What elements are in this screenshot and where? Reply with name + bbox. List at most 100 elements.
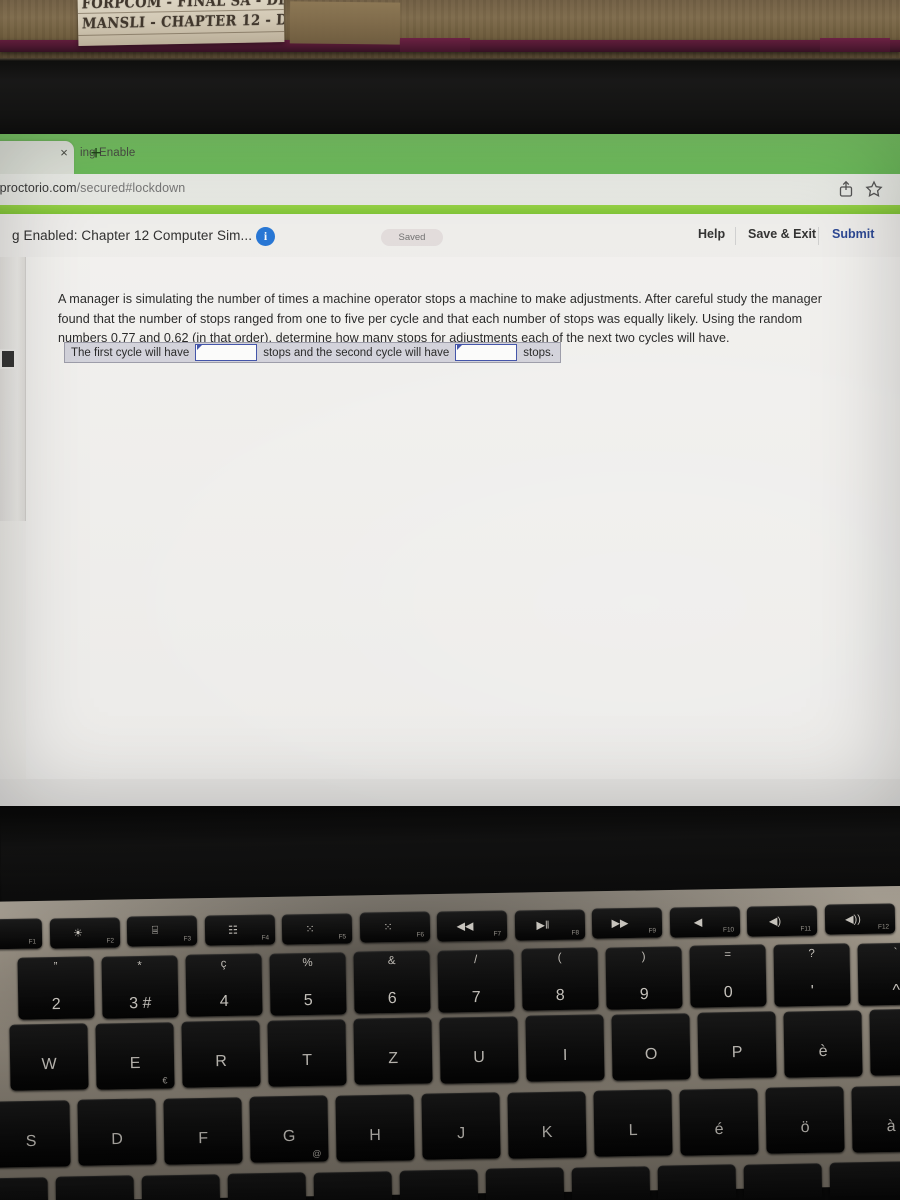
key-g-home[interactable]: G @ bbox=[249, 1095, 329, 1164]
handwritten-sticky-note: FORPCOM - FINAL SA - DEC 8 MANSLI - CHAP… bbox=[77, 0, 285, 46]
key-main-label: L bbox=[628, 1122, 638, 1140]
key-6-number[interactable]: & 6 bbox=[353, 950, 431, 1014]
key-sym-number[interactable]: ` ^ bbox=[857, 941, 900, 1006]
key-main-label: P bbox=[731, 1043, 743, 1062]
key-f9[interactable]: ▶▶ F9 bbox=[591, 907, 663, 939]
key-bottom-row-2[interactable] bbox=[141, 1174, 221, 1200]
new-tab-button[interactable]: + bbox=[87, 144, 105, 164]
key-t[interactable]: T bbox=[267, 1018, 347, 1087]
key-r[interactable]: R bbox=[181, 1020, 261, 1088]
key-bottom-row-1[interactable] bbox=[55, 1175, 135, 1200]
key-k-home[interactable]: K bbox=[507, 1091, 587, 1159]
close-icon[interactable]: × bbox=[56, 145, 72, 161]
key-sym-number[interactable]: ? ' bbox=[773, 943, 851, 1007]
key-f5[interactable]: ⁙ F5 bbox=[281, 912, 353, 945]
key-main-label: 4 bbox=[219, 993, 229, 1011]
key-glyph: ⌸ bbox=[151, 924, 159, 937]
help-button[interactable]: Help bbox=[698, 227, 725, 241]
key-glyph: ⁙ bbox=[382, 921, 393, 934]
key-main-label: S bbox=[25, 1132, 37, 1151]
key-h-home[interactable]: H bbox=[335, 1094, 415, 1162]
key-i[interactable]: I bbox=[525, 1014, 605, 1082]
key-shift-label: ? bbox=[808, 947, 815, 960]
star-icon[interactable] bbox=[864, 179, 884, 199]
key-f3[interactable]: ⌸ F3 bbox=[126, 915, 198, 947]
key-main-label: à bbox=[886, 1117, 896, 1135]
keyboard: F1 ☀ F2 ⌸ F3 ☷ F4 ⁙ F5 ⁙ F6 ◀◀ F7 ▶‖ F8 ▶▶ F9 ◀ F10 ◀) F11 ◀)… bbox=[0, 806, 900, 1200]
background-paper bbox=[289, 1, 401, 45]
key-alt-label: € bbox=[162, 1074, 168, 1086]
info-icon[interactable]: i bbox=[256, 227, 275, 246]
key-bottom-row-9[interactable] bbox=[743, 1162, 823, 1200]
key-fn-label: F12 bbox=[877, 923, 889, 931]
key-main-label: 5 bbox=[303, 991, 313, 1009]
key-f4[interactable]: ☷ F4 bbox=[204, 914, 275, 946]
key-f7[interactable]: ◀◀ F7 bbox=[436, 910, 508, 942]
key-bottom-row-10[interactable] bbox=[829, 1161, 900, 1200]
key-shift-label: = bbox=[724, 949, 732, 962]
key-bottom-row-4[interactable] bbox=[313, 1170, 393, 1200]
key-z[interactable]: Z bbox=[353, 1017, 433, 1085]
key-3-number[interactable]: * 3 # bbox=[101, 954, 179, 1019]
key-7-number[interactable]: /7 bbox=[437, 949, 515, 1013]
key-sym[interactable]: ü bbox=[869, 1008, 900, 1076]
key-l-home[interactable]: L bbox=[593, 1089, 673, 1157]
laptop-base: F1 ☀ F2 ⌸ F3 ☷ F4 ⁙ F5 ⁙ F6 ◀◀ F7 ▶‖ F8 ▶▶ F9 ◀ F10 ◀) F11 ◀)… bbox=[0, 806, 900, 1200]
key-main-label: 9 bbox=[639, 985, 649, 1003]
key-2-number[interactable]: ” 2 bbox=[17, 956, 95, 1020]
key-alt-label: @ bbox=[312, 1148, 322, 1159]
key-w[interactable]: W bbox=[9, 1023, 89, 1091]
submit-button[interactable]: Submit bbox=[832, 227, 874, 241]
key-bottom-row-3[interactable] bbox=[227, 1172, 307, 1200]
key-fn-label: F11 bbox=[800, 924, 812, 933]
key-p[interactable]: P bbox=[697, 1011, 777, 1079]
page-title: g Enabled: Chapter 12 Computer Sim... bbox=[12, 228, 253, 243]
key-f11[interactable]: ◀) F11 bbox=[746, 904, 818, 937]
key-4-number[interactable]: ç4 bbox=[185, 953, 263, 1017]
key-sym-home[interactable]: ö bbox=[765, 1086, 845, 1154]
key-8-number[interactable]: (8 bbox=[521, 947, 599, 1011]
address-bar-url: tproctorio.com/secured#lockdown bbox=[0, 181, 185, 195]
key-glyph: ◀) bbox=[768, 915, 782, 928]
header-divider-1 bbox=[735, 227, 736, 245]
key-e[interactable]: E € bbox=[95, 1021, 175, 1090]
key-shift-label: * bbox=[137, 959, 142, 972]
key-main-label: 7 bbox=[471, 988, 481, 1006]
key-bottom-row-0[interactable] bbox=[0, 1177, 49, 1200]
key-f1[interactable]: F1 bbox=[0, 918, 43, 950]
key-main-label: O bbox=[644, 1045, 658, 1063]
key-f2[interactable]: ☀ F2 bbox=[49, 917, 120, 949]
save-and-exit-button[interactable]: Save & Exit bbox=[748, 227, 816, 241]
key-o[interactable]: O bbox=[611, 1012, 691, 1081]
key-d-home[interactable]: D bbox=[77, 1098, 157, 1167]
share-icon[interactable] bbox=[836, 179, 856, 199]
sidebar-thumbnail[interactable] bbox=[0, 349, 16, 369]
key-s-home[interactable]: S bbox=[0, 1100, 71, 1168]
key-sym-home[interactable]: é bbox=[679, 1087, 759, 1156]
key-f12[interactable]: ◀)) F12 bbox=[824, 903, 895, 935]
key-glyph: ◀◀ bbox=[456, 920, 474, 933]
key-bottom-row-6[interactable] bbox=[485, 1167, 565, 1200]
answer-label-1: The first cycle will have bbox=[71, 346, 190, 359]
key-f10[interactable]: ◀ F10 bbox=[669, 906, 740, 938]
key-main-label: T bbox=[302, 1051, 313, 1069]
key-9-number[interactable]: ) 9 bbox=[605, 946, 683, 1010]
key-5-number[interactable]: % 5 bbox=[269, 951, 347, 1016]
key-bottom-row-5[interactable] bbox=[399, 1169, 479, 1200]
key-sym-home[interactable]: à bbox=[851, 1084, 900, 1153]
key-j-home[interactable]: J bbox=[421, 1092, 501, 1160]
answer-input-1[interactable] bbox=[195, 344, 258, 361]
key-main-label: W bbox=[41, 1055, 57, 1074]
key-bottom-row-7[interactable] bbox=[571, 1166, 651, 1200]
key-f8[interactable]: ▶‖ F8 bbox=[514, 908, 585, 941]
key-0-number[interactable]: = 0 bbox=[689, 944, 767, 1009]
answer-input-2[interactable] bbox=[455, 344, 518, 361]
key-main-label: D bbox=[111, 1131, 124, 1149]
key-sym[interactable]: è bbox=[783, 1009, 863, 1078]
key-bottom-row-8[interactable] bbox=[657, 1164, 737, 1200]
key-main-label: é bbox=[714, 1120, 724, 1138]
key-f6[interactable]: ⁙ F6 bbox=[359, 911, 430, 943]
key-u[interactable]: U bbox=[439, 1015, 519, 1084]
key-fn-label: F6 bbox=[415, 931, 424, 939]
key-f-home[interactable]: F bbox=[163, 1097, 243, 1165]
